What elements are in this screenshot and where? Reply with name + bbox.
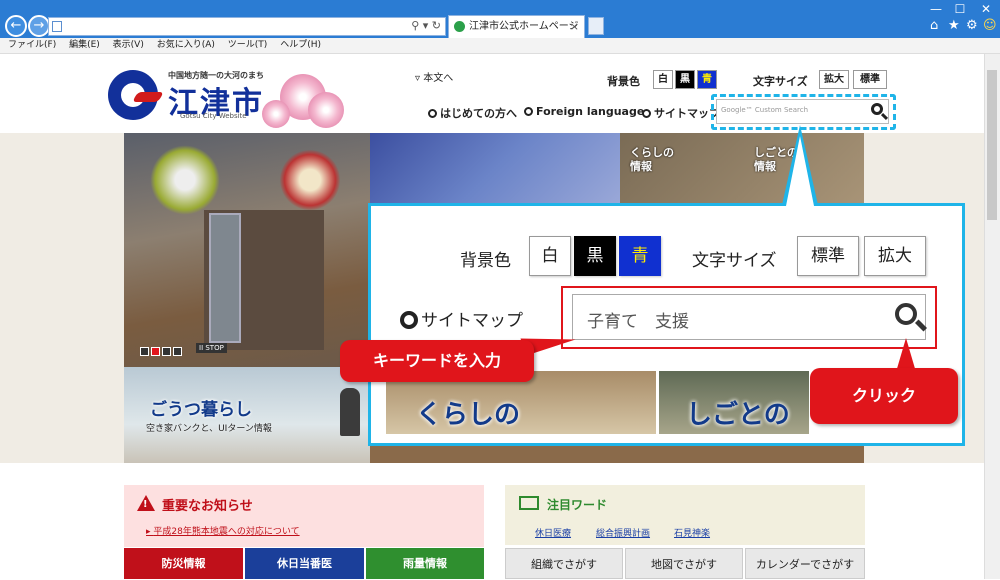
zoom-bg-color-label: 背景色 [460, 251, 511, 271]
menu-help[interactable]: ヘルプ(H) [280, 40, 321, 50]
menu-view[interactable]: 表示(V) [113, 40, 144, 50]
person-figure [340, 388, 360, 436]
click-callout-bubble: クリック [810, 368, 958, 424]
slideshow-stop-button[interactable]: II STOP [196, 343, 227, 353]
hero-blue-banner [370, 133, 620, 205]
zoom-font-standard-button[interactable]: 標準 [797, 236, 859, 276]
nav-sitemap[interactable]: サイトマップ [642, 105, 720, 121]
zoom-search-value: 子育て 支援 [587, 312, 689, 332]
word-link-kagura[interactable]: 石見神楽 [674, 526, 710, 539]
zoom-bg-blue-button[interactable]: 青 [619, 236, 661, 276]
notice-link[interactable]: ▸ 平成28年熊本地震への対応について [146, 524, 300, 537]
featured-words-title: 注目ワード [547, 498, 608, 512]
browser-tab[interactable]: 江津市公式ホームページ × [448, 15, 585, 38]
menu-tools[interactable]: ツール(T) [228, 40, 268, 50]
forward-button[interactable]: → [28, 15, 50, 37]
skip-to-content-link[interactable]: ▿ 本文へ [415, 69, 453, 84]
search-icon[interactable] [895, 303, 917, 325]
back-button[interactable]: ← [5, 15, 27, 37]
warning-icon-mark: ! [143, 499, 148, 510]
slide-dot[interactable] [140, 347, 149, 356]
refresh-icon[interactable]: ↻ [432, 19, 441, 32]
search-by-org-button[interactable]: 組織でさがす [505, 548, 623, 579]
font-enlarge-button[interactable]: 拡大 [819, 70, 849, 89]
city-name-en: Gotsu City Website [180, 112, 247, 120]
site-favicon-icon [454, 21, 465, 32]
tile-kurashi-label[interactable]: くらしの 情報 [630, 146, 674, 174]
flower-decoration [308, 92, 344, 128]
minimize-button[interactable]: — [924, 2, 948, 16]
keyword-callout-bubble: キーワードを入力 [340, 340, 534, 382]
zoom-font-size-label: 文字サイズ [692, 251, 777, 271]
zoom-search-input[interactable]: 子育て 支援 [572, 294, 928, 340]
font-size-label: 文字サイズ [753, 75, 808, 88]
address-bar-icons: ⚲ ▾ ↻ [411, 19, 441, 32]
search-by-calendar-button[interactable]: カレンダーでさがす [745, 548, 865, 579]
bg-black-button[interactable]: 黒 [675, 70, 695, 89]
kagura-mask-decoration [280, 150, 340, 210]
home-icon[interactable]: ⌂ [930, 18, 938, 33]
feature-subtitle: 空き家バンクと、UIターン情報 [146, 424, 272, 434]
nav-first-visit-label: はじめての方へ [440, 107, 517, 120]
skip-link-label: 本文へ [423, 73, 454, 84]
nav-first-visit[interactable]: はじめての方へ [428, 105, 517, 121]
rainfall-info-button[interactable]: 雨量情報 [366, 548, 484, 579]
tab-title: 江津市公式ホームページ [469, 21, 579, 32]
disaster-info-button[interactable]: 防災情報 [124, 548, 243, 579]
menu-favorites[interactable]: お気に入り(A) [157, 40, 215, 50]
flower-decoration [262, 100, 290, 128]
zoom-sitemap-label: サイトマップ [421, 311, 523, 331]
holiday-doctor-button[interactable]: 休日当番医 [245, 548, 364, 579]
notice-link-label: 平成28年熊本地震への対応について [153, 527, 300, 537]
kagura-mask-decoration [150, 145, 220, 215]
hero-building-sign [209, 213, 241, 343]
callout-pointer-inner [786, 136, 814, 206]
smiley-icon[interactable]: ☺ [983, 18, 997, 33]
keyword-icon [519, 496, 539, 510]
circle-bullet-icon [428, 109, 437, 118]
zoom-tile-shigoto[interactable]: しごとの [686, 394, 790, 431]
scrollbar-thumb[interactable] [987, 70, 997, 220]
page-icon [52, 21, 62, 32]
address-bar[interactable]: ⚲ ▾ ↻ [48, 17, 446, 36]
stop-label: STOP [205, 344, 224, 352]
slide-dot[interactable] [173, 347, 182, 356]
font-standard-button[interactable]: 標準 [853, 70, 887, 89]
menu-edit[interactable]: 編集(E) [69, 40, 100, 50]
nav-foreign-language[interactable]: Foreign language [524, 105, 644, 118]
slide-dot-active[interactable] [151, 347, 160, 356]
search-icon[interactable]: ⚲ [411, 19, 419, 32]
notice-title: 重要なお知らせ [162, 499, 253, 514]
nav-foreign-language-label: Foreign language [536, 105, 645, 118]
circle-bullet-icon [400, 311, 418, 329]
word-link-holiday-medical[interactable]: 休日医療 [535, 526, 571, 539]
menu-bar: ファイル(F) 編集(E) 表示(V) お気に入り(A) ツール(T) ヘルプ(… [0, 38, 1000, 54]
menu-file[interactable]: ファイル(F) [8, 40, 56, 50]
slide-dot[interactable] [162, 347, 171, 356]
word-link-plan[interactable]: 総合振興計画 [596, 526, 650, 539]
bg-white-button[interactable]: 白 [653, 70, 673, 89]
search-by-map-button[interactable]: 地図でさがす [625, 548, 743, 579]
zoom-font-enlarge-button[interactable]: 拡大 [864, 236, 926, 276]
close-tab-icon[interactable]: × [570, 16, 579, 37]
zoom-tile-kurashi[interactable]: くらしの [416, 394, 520, 431]
star-icon[interactable]: ★ [948, 18, 960, 33]
slideshow-pager [140, 345, 184, 359]
new-tab-button[interactable] [588, 17, 604, 35]
maximize-button[interactable]: ☐ [948, 2, 972, 16]
hero-bottom-strip [370, 445, 864, 463]
search-icon-handle [914, 319, 928, 332]
circle-bullet-icon [524, 107, 533, 116]
close-window-button[interactable]: ✕ [974, 2, 998, 16]
gear-icon[interactable]: ⚙ [966, 18, 978, 33]
feature-title[interactable]: ごうつ暮らし [150, 395, 252, 420]
bubble-pointer [896, 338, 916, 372]
bg-color-label: 背景色 [607, 75, 640, 88]
zoom-bg-white-button[interactable]: 白 [529, 236, 571, 276]
zoom-sitemap-link[interactable]: サイトマップ [400, 306, 523, 331]
chevron-down-icon: ▿ [415, 73, 421, 84]
bg-blue-button[interactable]: 青 [697, 70, 717, 89]
circle-bullet-icon [642, 109, 651, 118]
zoom-bg-black-button[interactable]: 黒 [574, 236, 616, 276]
